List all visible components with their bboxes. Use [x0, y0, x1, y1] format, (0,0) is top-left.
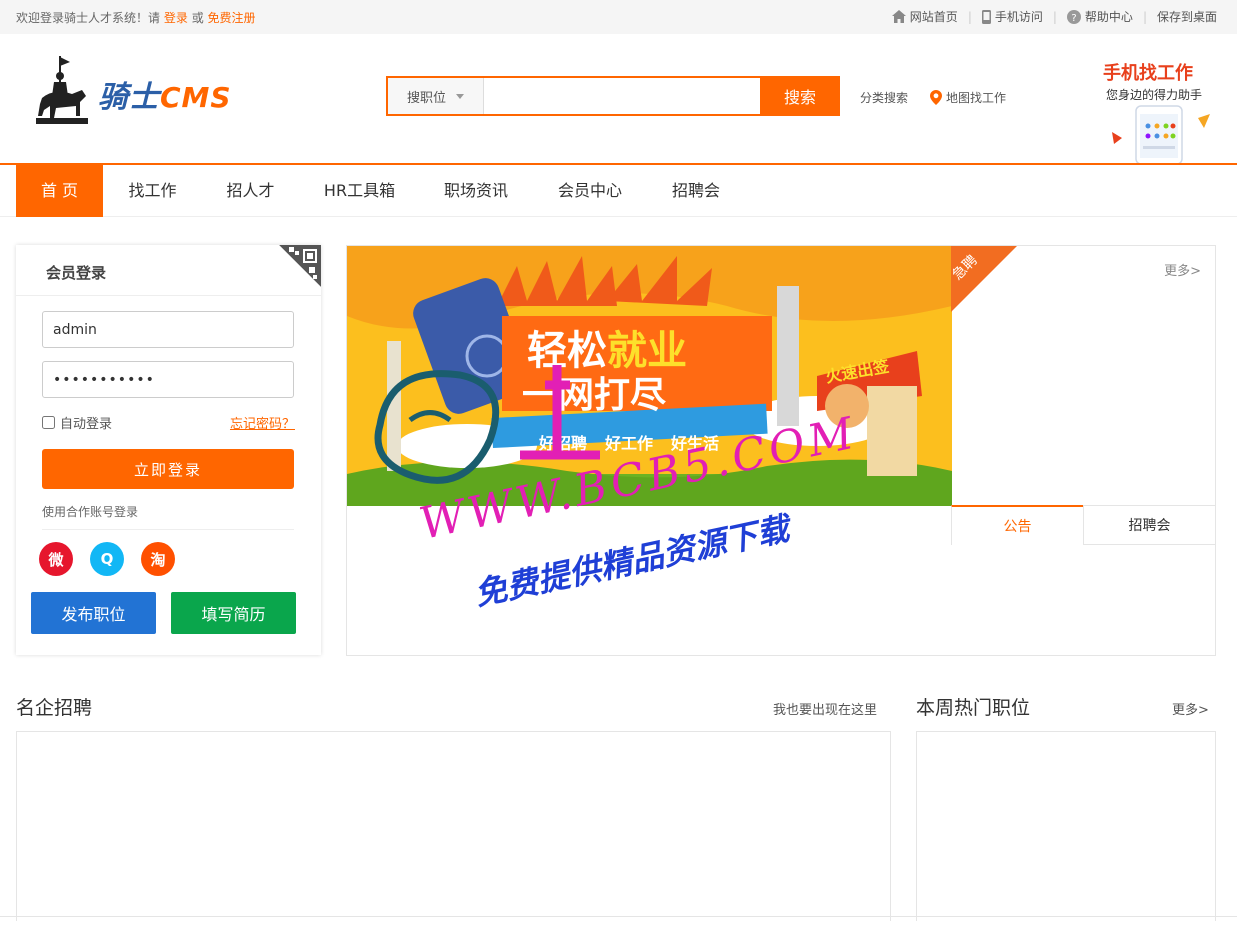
svg-text:?: ?	[1071, 13, 1076, 24]
search-bar: 搜职位 搜索	[386, 76, 840, 116]
nav-item-member[interactable]: 会员中心	[546, 165, 634, 217]
tab-notice[interactable]: 公告	[951, 505, 1084, 545]
famous-company-panel	[16, 731, 891, 921]
top-bar: 欢迎登录骑士人才系统！请 登录 或 免费注册 网站首页 | 手机访问 | ? 帮…	[0, 0, 1237, 34]
feature-panel: 轻松就业 一网打尽 好招聘 好工作 好生活 火速出签 急聘 更多> 公告 招聘会	[346, 245, 1216, 656]
help-icon: ?	[1066, 9, 1081, 24]
login-link[interactable]: 登录	[164, 11, 188, 25]
banner-line2: 一网打尽	[522, 375, 667, 416]
auto-login-checkbox[interactable]: 自动登录	[42, 413, 112, 432]
nav-item-news[interactable]: 职场资讯	[432, 165, 520, 217]
phone-app-icon	[1112, 105, 1210, 164]
hot-jobs-panel	[916, 731, 1216, 921]
mobile-job-title[interactable]: 手机找工作	[1103, 59, 1193, 85]
taobao-icon[interactable]: 淘	[141, 542, 175, 576]
banner-tags: 好招聘 好工作 好生活	[539, 430, 719, 454]
mobile-icon	[981, 9, 991, 24]
chevron-down-icon	[456, 93, 464, 99]
register-link[interactable]: 免费注册	[208, 11, 256, 25]
home-link-label: 网站首页	[909, 10, 958, 24]
qr-code-icon[interactable]	[279, 245, 321, 287]
nav-item-home[interactable]: 首 页	[16, 165, 103, 217]
qq-icon[interactable]: Q	[90, 542, 124, 576]
separator: |	[1052, 9, 1057, 24]
logo-cms: CMS	[160, 81, 232, 114]
username-field[interactable]	[42, 311, 294, 348]
post-job-button[interactable]: 发布职位	[31, 592, 156, 634]
password-field[interactable]	[42, 361, 294, 398]
notice-tabs: 公告 招聘会	[951, 505, 1217, 545]
login-button[interactable]: 立即登录	[42, 449, 294, 489]
map-pin-icon	[930, 90, 942, 105]
welcome-prefix: 欢迎登录骑士人才系统！请	[16, 11, 161, 25]
appear-here-link[interactable]: 我也要出现在这里	[773, 699, 877, 718]
top-links: 网站首页 | 手机访问 | ? 帮助中心 | 保存到桌面	[891, 8, 1217, 25]
forgot-password-link[interactable]: 忘记密码？	[230, 413, 295, 432]
or-text: 或	[191, 11, 204, 25]
hot-jobs-more-link[interactable]: 更多>	[1172, 699, 1209, 718]
fill-resume-button[interactable]: 填写简历	[171, 592, 296, 634]
welcome-text: 欢迎登录骑士人才系统！请 登录 或 免费注册	[16, 9, 256, 26]
promo-banner[interactable]: 轻松就业 一网打尽 好招聘 好工作 好生活 火速出签	[347, 246, 952, 506]
hot-jobs-title: 本周热门职位	[916, 697, 1031, 719]
logo-text: 骑士CMS	[98, 72, 232, 116]
separator: |	[1142, 9, 1147, 24]
search-type-label: 搜职位	[406, 90, 446, 106]
nav-item-jobs[interactable]: 找工作	[115, 165, 190, 217]
divider	[0, 916, 1237, 917]
divider	[42, 529, 294, 530]
mobile-link-label: 手机访问	[994, 10, 1043, 24]
category-search-link[interactable]: 分类搜索	[860, 89, 908, 106]
search-button[interactable]: 搜索	[760, 76, 840, 116]
home-icon	[891, 10, 906, 23]
nav-item-talent[interactable]: 招人才	[213, 165, 288, 217]
banner-tag: 好招聘	[539, 434, 588, 453]
map-search-link[interactable]: 地图找工作	[930, 89, 1006, 106]
mobile-link[interactable]: 手机访问	[981, 8, 1043, 25]
auto-login-check[interactable]	[42, 416, 55, 429]
nav-item-jobfair[interactable]: 招聘会	[660, 165, 732, 217]
divider	[16, 295, 321, 296]
save-desktop-link[interactable]: 保存到桌面	[1157, 8, 1217, 25]
login-title: 会员登录	[46, 264, 107, 282]
search-input[interactable]	[484, 78, 760, 114]
banner-tag: 好生活	[671, 434, 720, 453]
save-desktop-label: 保存到桌面	[1156, 10, 1217, 24]
map-search-label: 地图找工作	[946, 91, 1007, 105]
home-link[interactable]: 网站首页	[891, 8, 958, 25]
auto-login-label: 自动登录	[60, 417, 113, 432]
help-link[interactable]: ? 帮助中心	[1066, 8, 1133, 25]
search-type-select[interactable]: 搜职位	[388, 78, 484, 114]
separator: |	[967, 9, 972, 24]
famous-company-title: 名企招聘	[16, 697, 93, 719]
weibo-icon[interactable]: 微	[39, 542, 73, 576]
logo-main: 骑士	[98, 80, 160, 115]
more-link[interactable]: 更多>	[1164, 260, 1201, 279]
mobile-job-subtitle: 您身边的得力助手	[1106, 88, 1203, 102]
login-panel: 会员登录 自动登录 忘记密码？ 立即登录 使用合作账号登录 微 Q 淘 发布职位…	[16, 245, 321, 655]
site-logo[interactable]: 骑士CMS	[36, 54, 236, 130]
knight-logo-icon	[36, 56, 88, 124]
partner-login-label: 使用合作账号登录	[42, 505, 139, 519]
tab-jobfair[interactable]: 招聘会	[1083, 505, 1216, 545]
nav-item-hr-tools[interactable]: HR工具箱	[312, 165, 407, 217]
banner-tag: 好工作	[605, 434, 654, 453]
main-nav: 首 页 找工作 招人才 HR工具箱 职场资讯 会员中心 招聘会	[0, 163, 1237, 217]
help-link-label: 帮助中心	[1084, 10, 1133, 24]
